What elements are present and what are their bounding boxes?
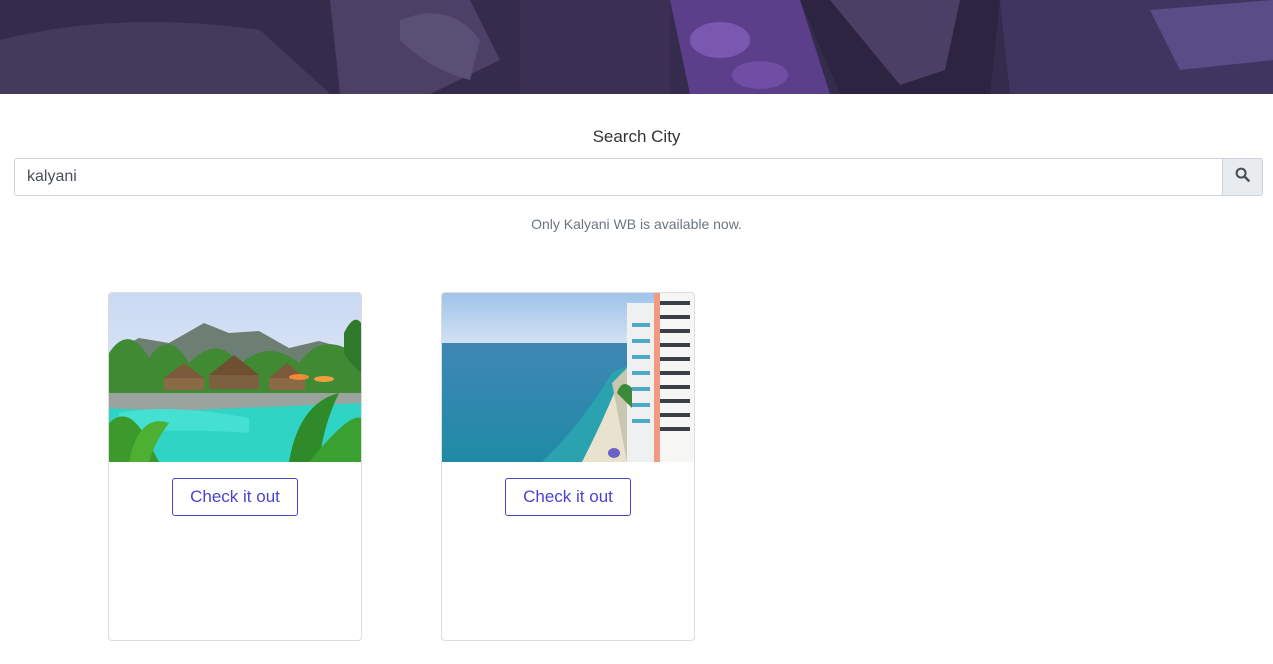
search-input[interactable]	[14, 158, 1222, 196]
beach-hotel-image	[442, 293, 694, 462]
availability-note: Only Kalyani WB is available now.	[531, 216, 742, 232]
search-label: Search City	[592, 127, 681, 146]
hotel-card: Check it out	[108, 292, 362, 641]
search-bar	[14, 158, 1263, 196]
resort-pool-image	[109, 293, 361, 462]
check-it-out-button[interactable]: Check it out	[505, 478, 631, 516]
search-icon	[1235, 167, 1250, 187]
search-button[interactable]	[1222, 158, 1263, 196]
check-it-out-button[interactable]: Check it out	[172, 478, 298, 516]
hotel-card: Check it out	[441, 292, 695, 641]
hero-banner	[0, 0, 1273, 94]
